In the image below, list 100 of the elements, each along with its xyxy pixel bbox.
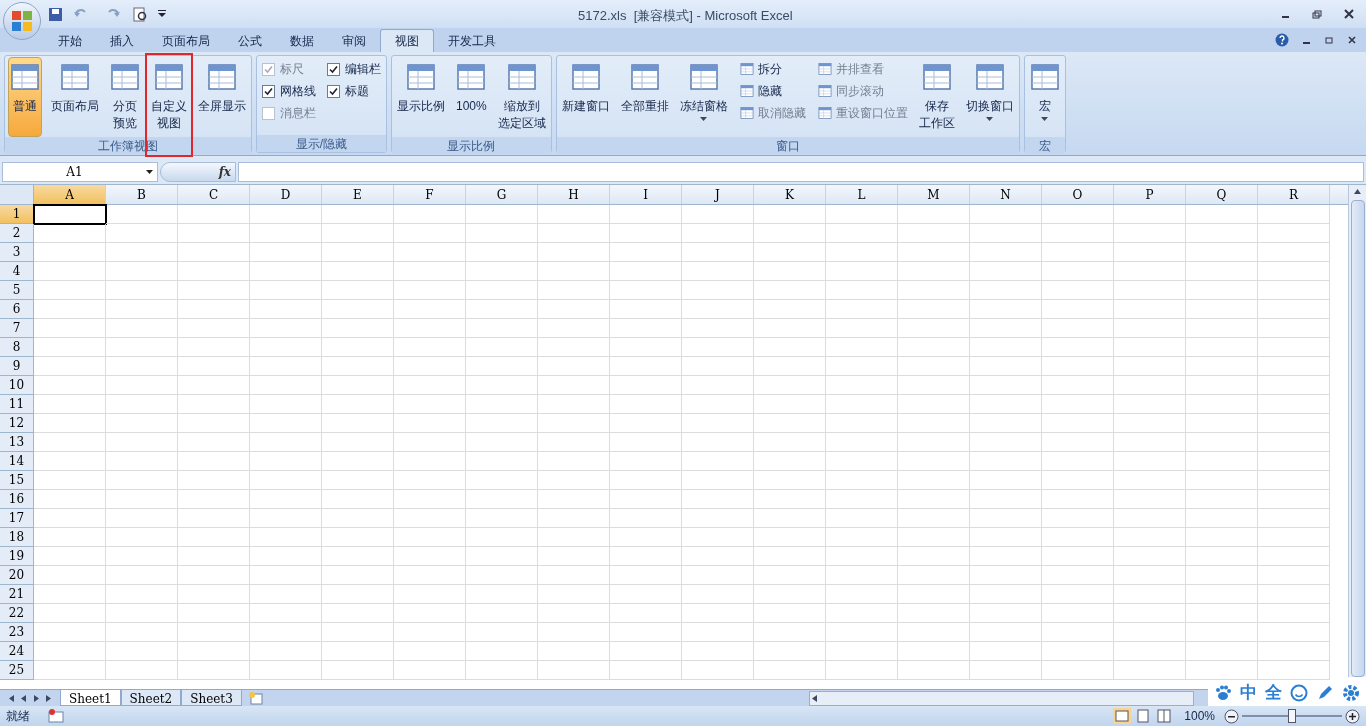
column-header[interactable]: Q bbox=[1186, 185, 1258, 204]
ribbon-button[interactable]: 切换窗口 bbox=[963, 57, 1016, 137]
column-header[interactable]: R bbox=[1258, 185, 1330, 204]
row-header[interactable]: 3 bbox=[0, 243, 34, 262]
insert-sheet-icon[interactable] bbox=[247, 691, 264, 705]
ribbon-button[interactable]: 全部重排 bbox=[618, 57, 671, 137]
help-icon[interactable] bbox=[1275, 33, 1289, 47]
customize-caret-icon[interactable] bbox=[158, 10, 166, 18]
print-preview-icon[interactable] bbox=[133, 6, 148, 22]
ribbon-tab[interactable]: 视图 bbox=[380, 29, 434, 52]
column-header[interactable]: P bbox=[1114, 185, 1186, 204]
column-header[interactable]: G bbox=[466, 185, 538, 204]
ribbon-button[interactable]: 自定义 视图 bbox=[149, 57, 189, 137]
save-icon[interactable] bbox=[48, 6, 63, 22]
column-header[interactable]: L bbox=[826, 185, 898, 204]
row-header[interactable]: 23 bbox=[0, 623, 34, 642]
ribbon-small-button[interactable]: 拆分 bbox=[738, 60, 806, 78]
paw-icon[interactable] bbox=[1214, 684, 1232, 702]
ime-mode-button[interactable]: 中 bbox=[1240, 680, 1257, 706]
pen-icon[interactable] bbox=[1316, 684, 1334, 702]
select-all-corner[interactable] bbox=[0, 185, 34, 204]
ribbon-button[interactable]: 宏 bbox=[1027, 57, 1062, 137]
row-header[interactable]: 10 bbox=[0, 376, 34, 395]
column-header[interactable]: D bbox=[250, 185, 322, 204]
column-header[interactable]: M bbox=[898, 185, 970, 204]
page-break-icon[interactable] bbox=[1155, 708, 1174, 724]
row-header[interactable]: 24 bbox=[0, 642, 34, 661]
ribbon-tab[interactable]: 审阅 bbox=[328, 29, 380, 52]
settings-icon[interactable] bbox=[1342, 684, 1360, 702]
next-sheet-icon[interactable] bbox=[32, 693, 41, 703]
column-header[interactable]: B bbox=[106, 185, 178, 204]
row-header[interactable]: 19 bbox=[0, 547, 34, 566]
ime-mode-button[interactable]: 全 bbox=[1265, 680, 1282, 706]
restore-icon[interactable] bbox=[1312, 9, 1322, 19]
normal-view-icon[interactable] bbox=[1113, 708, 1132, 724]
first-sheet-icon[interactable] bbox=[6, 693, 15, 703]
restore-icon[interactable] bbox=[1325, 36, 1334, 44]
previous-sheet-icon[interactable] bbox=[19, 693, 28, 703]
column-header[interactable]: I bbox=[610, 185, 682, 204]
vertical-scrollbar[interactable] bbox=[1348, 185, 1366, 677]
column-header[interactable]: A bbox=[34, 185, 106, 204]
office-button[interactable] bbox=[3, 2, 41, 40]
row-header[interactable]: 2 bbox=[0, 224, 34, 243]
checkbox[interactable] bbox=[262, 84, 275, 98]
name-box[interactable]: A1 bbox=[2, 162, 158, 182]
column-header[interactable]: O bbox=[1042, 185, 1114, 204]
row-header[interactable]: 4 bbox=[0, 262, 34, 281]
checkbox[interactable] bbox=[327, 84, 340, 98]
row-header[interactable]: 6 bbox=[0, 300, 34, 319]
sheet-tab[interactable]: Sheet2 bbox=[120, 690, 182, 706]
ribbon-button[interactable]: 100% bbox=[454, 57, 489, 137]
last-sheet-icon[interactable] bbox=[45, 693, 54, 703]
row-header[interactable]: 22 bbox=[0, 604, 34, 623]
checkbox[interactable] bbox=[327, 62, 340, 76]
row-header[interactable]: 20 bbox=[0, 566, 34, 585]
ribbon-button[interactable]: 页面布局 bbox=[49, 57, 101, 137]
macro-record-icon[interactable] bbox=[48, 709, 64, 723]
horizontal-scrollbar[interactable] bbox=[808, 690, 1194, 706]
smiley-icon[interactable] bbox=[1290, 684, 1308, 702]
ribbon-button[interactable]: 新建窗口 bbox=[559, 57, 612, 137]
ribbon-tab[interactable]: 插入 bbox=[96, 29, 148, 52]
row-header[interactable]: 14 bbox=[0, 452, 34, 471]
zoom-level[interactable]: 100% bbox=[1184, 707, 1215, 725]
ribbon-tab[interactable]: 数据 bbox=[276, 29, 328, 52]
ribbon-button[interactable]: 显示比例 bbox=[395, 57, 447, 137]
sheet-tab[interactable]: Sheet3 bbox=[181, 690, 242, 706]
row-header[interactable]: 18 bbox=[0, 528, 34, 547]
ribbon-button[interactable]: 分页 预览 bbox=[108, 57, 142, 137]
row-header[interactable]: 21 bbox=[0, 585, 34, 604]
row-header[interactable]: 5 bbox=[0, 281, 34, 300]
ribbon-tab[interactable]: 开始 bbox=[44, 29, 96, 52]
sheet-tab[interactable]: Sheet1 bbox=[60, 690, 121, 706]
close-icon[interactable] bbox=[1348, 36, 1356, 44]
scroll-left-icon[interactable] bbox=[809, 693, 819, 703]
column-header[interactable]: H bbox=[538, 185, 610, 204]
zoom-in-icon[interactable] bbox=[1345, 708, 1360, 724]
row-header[interactable]: 12 bbox=[0, 414, 34, 433]
row-header[interactable]: 1 bbox=[0, 205, 34, 224]
ribbon-button[interactable]: 保存 工作区 bbox=[916, 57, 957, 137]
close-icon[interactable] bbox=[1344, 9, 1354, 19]
row-header[interactable]: 25 bbox=[0, 661, 34, 680]
column-header[interactable]: J bbox=[682, 185, 754, 204]
zoom-out-icon[interactable] bbox=[1224, 708, 1239, 724]
column-header[interactable]: C bbox=[178, 185, 250, 204]
ribbon-button[interactable]: 普通 bbox=[8, 57, 42, 137]
ribbon-tab[interactable]: 公式 bbox=[224, 29, 276, 52]
ribbon-button[interactable]: 冻结窗格 bbox=[677, 57, 730, 137]
column-header[interactable]: F bbox=[394, 185, 466, 204]
ribbon-button[interactable]: 缩放到 选定区域 bbox=[495, 57, 548, 137]
column-header[interactable]: E bbox=[322, 185, 394, 204]
ribbon-tab[interactable]: 开发工具 bbox=[434, 29, 510, 52]
ribbon-tab[interactable]: 页面布局 bbox=[148, 29, 224, 52]
row-header[interactable]: 13 bbox=[0, 433, 34, 452]
scroll-up-icon[interactable] bbox=[1353, 187, 1362, 196]
ribbon-small-button[interactable]: 隐藏 bbox=[738, 82, 806, 100]
row-header[interactable]: 9 bbox=[0, 357, 34, 376]
insert-function-button[interactable]: fx bbox=[218, 163, 231, 181]
column-header[interactable]: N bbox=[970, 185, 1042, 204]
row-header[interactable]: 7 bbox=[0, 319, 34, 338]
row-header[interactable]: 17 bbox=[0, 509, 34, 528]
